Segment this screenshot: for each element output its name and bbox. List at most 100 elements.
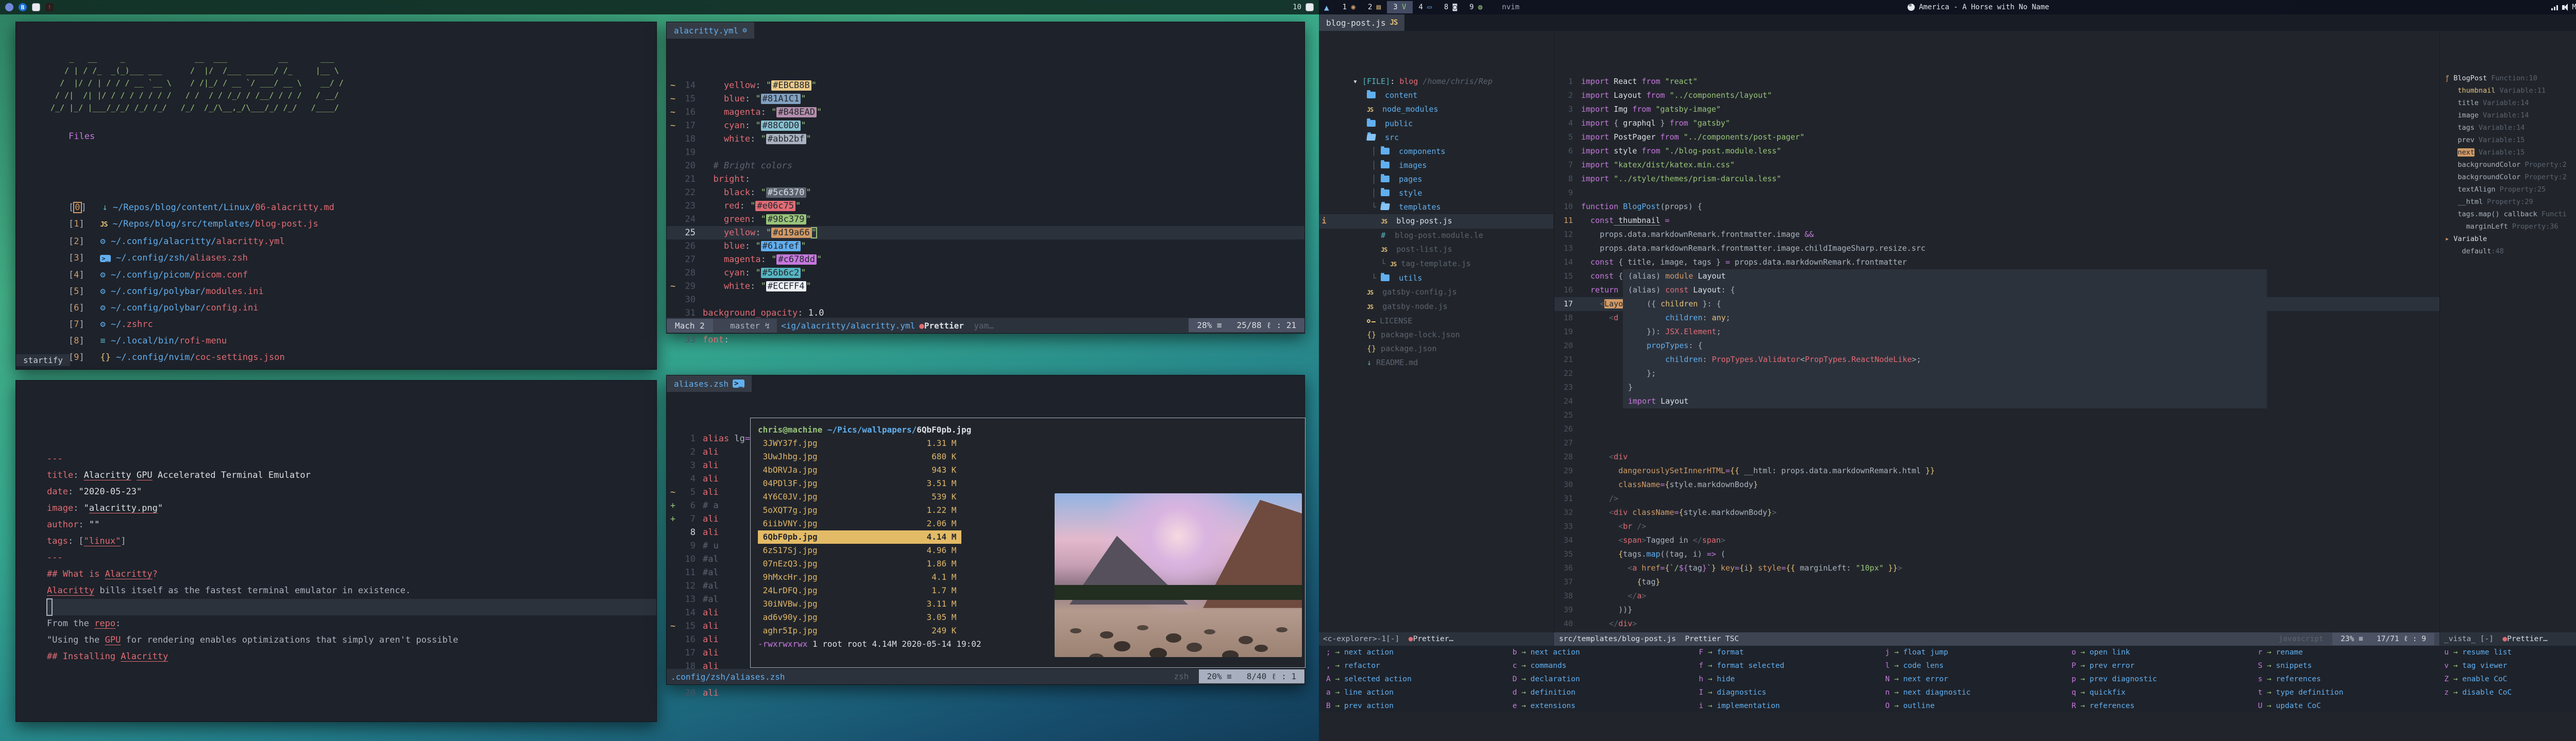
explorer-row[interactable]: public <box>1319 117 1553 131</box>
which-key-binding[interactable]: Z → enable CoC <box>2444 675 2576 683</box>
which-key-binding[interactable]: i → implementation <box>1699 702 1885 710</box>
which-key-binding[interactable]: l → code lens <box>1885 662 2072 670</box>
which-key-binding[interactable]: r → rename <box>2258 648 2445 657</box>
markdown-buffer[interactable]: --- title: Alacritty GPU Accelerated Ter… <box>47 410 656 665</box>
explorer-row[interactable]: └ JS tag-template.js <box>1319 257 1553 271</box>
wallpaper-file-row[interactable]: 07nEzQ3.jpg1.86 M <box>758 557 961 571</box>
explorer-row[interactable]: │ components <box>1319 145 1553 159</box>
which-key-binding[interactable]: o → open link <box>2072 648 2258 657</box>
startify-entry[interactable]: [1] JS ~/Repos/blog/src/templates/blog-p… <box>69 216 656 233</box>
explorer-row[interactable]: │ images <box>1319 159 1553 173</box>
startify-entry[interactable]: [9] {} ~/.config/nvim/coc-settings.json <box>69 349 656 366</box>
startify-entry[interactable]: [4] ⚙ ~/.config/picom/picom.conf <box>69 267 656 283</box>
explorer-row[interactable]: {} package.json <box>1319 342 1553 356</box>
vista-symbol-row[interactable]: textAlign Property:25 <box>2445 183 2576 196</box>
startify-entry[interactable]: [8] ≡ ~/.local/bin/rofi-menu <box>69 333 656 349</box>
which-key-binding[interactable]: A → selected action <box>1326 675 1513 683</box>
wallpaper-file-row[interactable]: 4bORVJa.jpg943 K <box>758 463 961 477</box>
vista-symbol-row[interactable]: tags.map() callback Functi <box>2445 208 2576 220</box>
startify-entry[interactable]: [7] ⚙ ~/.zshrc <box>69 316 656 333</box>
which-key-binding[interactable]: b → next action <box>1513 648 1699 657</box>
explorer-row[interactable]: JS gatsby-config.js <box>1319 285 1553 300</box>
vista-symbol-row[interactable]: __html Property:29 <box>2445 196 2576 208</box>
which-key-binding[interactable]: , → refactor <box>1326 662 1513 670</box>
wallpaper-file-row[interactable]: ad6v90y.jpg3.05 M <box>758 611 961 624</box>
which-key-binding[interactable]: u → resume list <box>2444 648 2576 657</box>
explorer-row[interactable]: ▾ [FILE]: blog /home/chris/Rep <box>1319 75 1553 89</box>
wallpaper-file-row[interactable]: 5oXQT7g.jpg1.22 M <box>758 504 961 517</box>
which-key-binding[interactable]: N → next error <box>1885 675 2072 683</box>
explorer-row[interactable]: content <box>1319 89 1553 102</box>
wallpaper-file-row[interactable]: 6iibVNY.jpg2.06 M <box>758 517 961 530</box>
which-key-binding[interactable]: h → hide <box>1699 675 1885 683</box>
wallpaper-file-row[interactable]: 24LrDFQ.jpg1.7 M <box>758 584 961 597</box>
which-key-binding[interactable]: v → tag viewer <box>2444 662 2576 670</box>
explorer-row[interactable]: {} package-lock.json <box>1319 328 1553 342</box>
startify-entry[interactable]: [6] ⚙ ~/.config/polybar/config.ini <box>69 300 656 316</box>
wallpaper-file-row[interactable]: aghr5Ip.jpg249 K <box>758 624 961 637</box>
which-key-binding[interactable]: t → type definition <box>2258 688 2445 697</box>
which-key-binding[interactable]: q → quickfix <box>2072 688 2258 697</box>
workspace-item[interactable]: 2 ▤ <box>1362 1 1387 13</box>
display-icon[interactable] <box>32 3 40 11</box>
explorer-row[interactable]: JS post-list.js <box>1319 243 1553 257</box>
which-key-binding[interactable]: j → float jump <box>1885 648 2072 657</box>
which-key-binding[interactable]: ; → next action <box>1326 648 1513 657</box>
which-key-binding[interactable]: d → definition <box>1513 688 1699 697</box>
workspace-item[interactable]: 3 V <box>1387 1 1412 13</box>
which-key-binding[interactable]: p → prev diagnostic <box>2072 675 2258 683</box>
which-key-binding[interactable]: I → diagnostics <box>1699 688 1885 697</box>
vista-symbol-row[interactable]: image Variable:14 <box>2445 109 2576 122</box>
tab-alacritty-yml[interactable]: alacritty.yml ⚙ <box>667 22 754 39</box>
which-key-binding[interactable]: U → update CoC <box>2258 702 2445 710</box>
which-key-binding[interactable]: S → snippets <box>2258 662 2445 670</box>
vista-symbol-row[interactable]: backgroundColor Property:2 <box>2445 171 2576 183</box>
which-key-binding[interactable]: B → prev action <box>1326 702 1513 710</box>
explorer-row[interactable]: src <box>1319 131 1553 145</box>
explorer-row[interactable]: └ templates <box>1319 200 1553 214</box>
explorer-row[interactable]: │ pages <box>1319 173 1553 186</box>
explorer-row[interactable]: # blog-post.module.le <box>1319 229 1553 243</box>
explorer-row[interactable]: JS gatsby-node.js <box>1319 300 1553 314</box>
which-key-binding[interactable]: n → next diagnostic <box>1885 688 2072 697</box>
vista-symbol-row[interactable]: default:48 <box>2445 245 2576 257</box>
tab-blog-post-js[interactable]: blog-post.js JS <box>1319 14 1404 31</box>
which-key-binding[interactable]: s → references <box>2258 675 2445 683</box>
wallpaper-file-row[interactable]: 6QbF0pb.jpg4.14 M <box>758 530 961 544</box>
vista-symbol-row[interactable]: ▸ Variable <box>2445 233 2576 245</box>
bluetooth-icon[interactable]: B <box>19 3 27 11</box>
wallpaper-file-row[interactable]: 3JWY37f.jpg1.31 M <box>758 437 961 450</box>
alert-icon[interactable]: ! <box>45 3 54 11</box>
tab-aliases-zsh[interactable]: aliases.zsh >_ <box>667 375 752 392</box>
which-key-binding[interactable]: a → line action <box>1326 688 1513 697</box>
vista-symbol-row[interactable]: backgroundColor Property:2 <box>2445 159 2576 171</box>
startify-entry[interactable]: [3] >_ ~/.config/zsh/aliases.zsh <box>69 250 656 267</box>
workspace-item[interactable]: 1 ◉ <box>1336 1 1362 13</box>
workspace-item[interactable]: 9 ◍ <box>1463 1 1488 13</box>
vista-symbol-row[interactable]: title Variable:14 <box>2445 97 2576 109</box>
startify-entry[interactable]: [2] ⚙ ~/.config/alacritty/alacritty.yml <box>69 233 656 250</box>
vista-symbol-row[interactable]: tags Variable:14 <box>2445 122 2576 134</box>
wallpaper-file-row[interactable]: 9hMxcHr.jpg4.1 M <box>758 571 961 584</box>
startify-entry[interactable]: [0] ↓ ~/Repos/blog/content/Linux/06-alac… <box>69 199 656 216</box>
wifi-icon[interactable] <box>2551 4 2558 10</box>
vista-symbol-row[interactable]: ƒ BlogPost Function:10 <box>2445 72 2576 84</box>
workspace-item[interactable]: 4 ▭ <box>1413 1 1438 13</box>
which-key-binding[interactable]: c → commands <box>1513 662 1699 670</box>
explorer-row[interactable]: ↓ README.md <box>1319 356 1553 370</box>
which-key-binding[interactable]: F → format <box>1699 648 1885 657</box>
which-key-binding[interactable]: e → extensions <box>1513 702 1699 710</box>
workspace-list[interactable]: 1 ◉2 ▤3 V4 ▭8 ◙9 ◍ <box>1336 1 1489 13</box>
alacritty-buffer[interactable]: ~ 14 yellow: "#EBCB8B" ~ 15 blue: "#81A1… <box>667 39 1304 347</box>
vista-symbol-row[interactable]: prev Variable:15 <box>2445 134 2576 146</box>
wallpaper-file-row[interactable]: 4Y6C0JV.jpg539 K <box>758 490 961 504</box>
now-playing[interactable]: America - A Horse with No Name <box>1908 3 2049 11</box>
explorer-row[interactable]: └ utils <box>1319 271 1553 285</box>
volume-icon[interactable] <box>2562 5 2565 10</box>
which-key-binding[interactable]: z → disable CoC <box>2444 688 2576 697</box>
wallpaper-file-row[interactable]: 30iNVBw.jpg3.11 M <box>758 597 961 611</box>
wallpaper-file-row[interactable]: 3UwJhbg.jpg680 K <box>758 450 961 463</box>
workspace-item[interactable]: 8 ◙ <box>1438 1 1463 13</box>
wallpaper-file-row[interactable]: 6zS17Sj.jpg4.96 M <box>758 544 961 557</box>
which-key-binding[interactable]: O → outline <box>1885 702 2072 710</box>
